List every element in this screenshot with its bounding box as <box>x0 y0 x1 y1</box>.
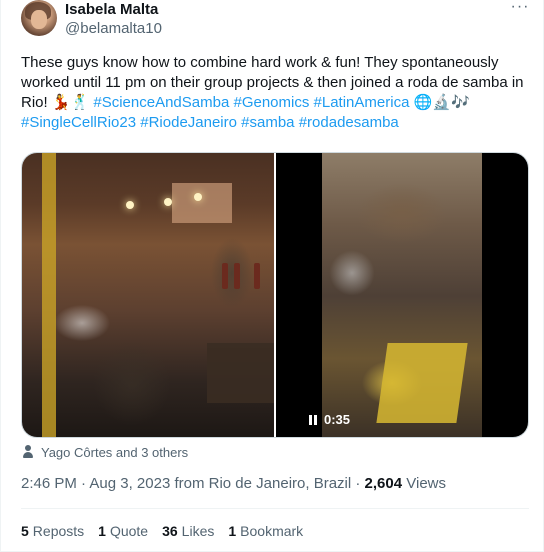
tweet-meta: 2:46 PM · Aug 3, 2023 from Rio de Janeir… <box>21 474 446 494</box>
tweet-emoji: 🌐🔬🎶 <box>413 94 470 111</box>
avatar-face <box>31 10 47 29</box>
engagement-stats: 5 Reposts 1 Quote 36 Likes 1 Bookmark <box>21 521 303 541</box>
tweet-time[interactable]: 2:46 PM <box>21 475 77 492</box>
likes-stat[interactable]: 36 Likes <box>162 521 214 541</box>
tagged-people[interactable]: Yago Côrtes and 3 others <box>21 443 188 461</box>
pause-icon[interactable] <box>308 415 318 425</box>
bookmarks-label: Bookmark <box>240 523 304 539</box>
video-frame <box>322 153 482 437</box>
video-timer[interactable]: 0:35 <box>302 409 356 431</box>
bookmarks-count: 1 <box>228 523 237 539</box>
hashtag-riodejaneiro[interactable]: #RiodeJaneiro <box>140 114 237 131</box>
reposts-stat[interactable]: 5 Reposts <box>21 521 84 541</box>
quotes-label: Quote <box>109 523 149 539</box>
divider <box>21 508 529 509</box>
hashtag-singlecellrio23[interactable]: #SingleCellRio23 <box>21 114 136 131</box>
author-handle[interactable]: @belamalta10 <box>65 19 162 39</box>
hashtag-genomics[interactable]: #Genomics <box>233 94 309 111</box>
meta-separator: · <box>81 475 87 492</box>
photo-table <box>207 343 274 403</box>
views-count: 2,604 <box>364 475 403 492</box>
photo-lamp <box>194 193 202 201</box>
photo-lamp <box>164 198 172 206</box>
video-samba[interactable] <box>276 153 528 437</box>
video-time: 0:35 <box>324 412 351 427</box>
tweet-location[interactable]: from Rio de Janeiro, Brazil <box>174 475 351 492</box>
photo-lamp <box>126 201 134 209</box>
tagged-people-label: Yago Côrtes and 3 others <box>41 444 189 460</box>
quotes-count: 1 <box>98 523 106 539</box>
meta-separator: · <box>355 475 361 492</box>
hashtag-scienceandsamba[interactable]: #ScienceAndSamba <box>93 94 229 111</box>
media-grid: 0:35 <box>21 152 529 438</box>
photo-group-working[interactable] <box>22 153 274 437</box>
hashtag-latinamerica[interactable]: #LatinAmerica <box>314 94 410 111</box>
photo-beam <box>42 153 56 437</box>
author-name[interactable]: Isabela Malta <box>65 0 158 20</box>
hashtag-rodadesamba[interactable]: #rodadesamba <box>299 114 399 131</box>
likes-label: Likes <box>181 523 215 539</box>
tweet-card: Isabela Malta @belamalta10 ··· These guy… <box>0 0 544 552</box>
avatar[interactable] <box>21 0 57 36</box>
bookmarks-stat[interactable]: 1 Bookmark <box>228 521 303 541</box>
more-options-icon[interactable]: ··· <box>509 0 531 20</box>
reposts-label: Reposts <box>32 523 85 539</box>
views-label: Views <box>406 475 447 492</box>
photo-bottle <box>222 263 228 289</box>
tweet-text: These guys know how to combine hard work… <box>21 53 529 133</box>
person-icon <box>21 445 35 459</box>
video-table <box>376 343 468 423</box>
tweet-date[interactable]: Aug 3, 2023 <box>89 475 170 492</box>
photo-bottle <box>254 263 260 289</box>
likes-count: 36 <box>162 523 178 539</box>
quotes-stat[interactable]: 1 Quote <box>98 521 148 541</box>
reposts-count: 5 <box>21 523 29 539</box>
hashtag-samba[interactable]: #samba <box>241 114 294 131</box>
photo-bottle <box>234 263 240 289</box>
photo-window <box>172 183 232 223</box>
